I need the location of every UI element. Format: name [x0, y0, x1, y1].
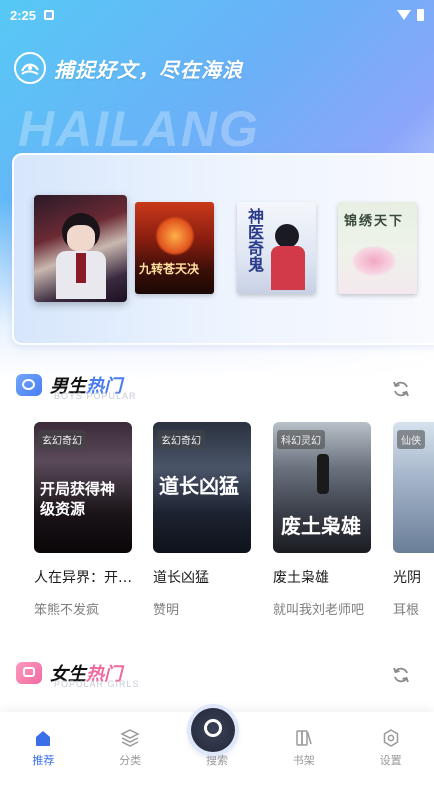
- book-title: 人在异界：开…: [34, 570, 132, 586]
- cover-title: 九转苍天决: [139, 262, 200, 276]
- book-author: 赞明: [153, 603, 180, 618]
- male-section-icon: [16, 374, 42, 396]
- brand-watermark: HAILANG: [18, 101, 260, 157]
- slogan-text: 捕捉好文，尽在海浪: [54, 57, 243, 82]
- refresh-icon[interactable]: [391, 379, 411, 399]
- book-card[interactable]: 玄幻奇幻 道长凶猛 道长凶猛 赞明: [153, 422, 253, 618]
- book-card[interactable]: 科幻灵幻 废土枭雄 废土枭雄 就叫我刘老师吧: [273, 422, 373, 618]
- nav-label: 书架: [292, 754, 315, 767]
- nav-label: 推荐: [32, 754, 55, 767]
- battery-icon: [417, 9, 424, 21]
- nav-settings[interactable]: 设置: [361, 728, 421, 768]
- book-genre-tag: 仙侠: [397, 430, 425, 449]
- book-card[interactable]: 玄幻奇幻 开局获得神级资源 人在异界：开… 笨熊不发疯: [34, 422, 134, 618]
- status-time: 2:25: [10, 7, 37, 23]
- book-cover[interactable]: 玄幻奇幻 道长凶猛: [153, 422, 251, 553]
- settings-icon: [381, 728, 401, 748]
- book-cover[interactable]: 科幻灵幻 废土枭雄: [273, 422, 371, 553]
- carousel-cover-jinxiu[interactable]: 锦绣天下: [338, 202, 417, 294]
- book-title: 光阴: [393, 570, 421, 586]
- book-genre-tag: 科幻灵幻: [277, 430, 325, 449]
- cover-title: 道长凶猛: [159, 474, 239, 498]
- wifi-icon: [397, 10, 411, 20]
- cover-title: 锦绣天下: [344, 214, 405, 229]
- search-icon: [204, 719, 222, 737]
- nav-label: 分类: [119, 754, 142, 767]
- book-title: 道长凶猛: [153, 570, 209, 586]
- refresh-icon[interactable]: [391, 665, 411, 685]
- home-icon: [33, 728, 53, 748]
- book-genre-tag: 玄幻奇幻: [157, 430, 205, 449]
- carousel-cover-shenyi[interactable]: 神医奇鬼: [237, 202, 316, 294]
- nav-category[interactable]: 分类: [100, 728, 160, 768]
- nav-label: 设置: [379, 754, 402, 767]
- book-cover[interactable]: 玄幻奇幻 开局获得神级资源: [34, 422, 132, 553]
- female-section-subtitle: POPULAR GIRLS: [54, 679, 140, 689]
- carousel-cover-anime[interactable]: [34, 195, 127, 302]
- notification-icon: [44, 10, 55, 20]
- cover-title: 神医奇鬼: [245, 208, 264, 272]
- nav-recommend[interactable]: 推荐: [13, 728, 73, 768]
- cover-title: 开局获得神级资源: [40, 480, 116, 518]
- book-title: 废土枭雄: [273, 570, 329, 586]
- book-author: 就叫我刘老师吧: [273, 603, 365, 618]
- bottom-safe-area: [0, 776, 434, 805]
- cover-title: 废土枭雄: [281, 514, 361, 538]
- book-cover[interactable]: 仙侠: [393, 422, 434, 553]
- book-author: 笨熊不发疯: [34, 603, 100, 618]
- book-genre-tag: 玄幻奇幻: [38, 430, 86, 449]
- book-card[interactable]: 仙侠 光阴 耳根: [393, 422, 434, 618]
- book-author: 耳根: [393, 603, 420, 618]
- male-section-subtitle: BOYS POPULAR: [54, 391, 137, 401]
- nav-label: 搜索: [205, 754, 228, 767]
- nav-bookshelf[interactable]: 书架: [274, 728, 334, 768]
- hero-slogan: 捕捉好文，尽在海浪: [14, 52, 243, 84]
- layers-icon: [120, 728, 140, 748]
- bookshelf-icon: [294, 728, 314, 748]
- carousel-cover-jiuzhuan[interactable]: 九转苍天决: [135, 202, 214, 294]
- search-button[interactable]: [191, 708, 235, 752]
- logo-icon: [14, 52, 46, 84]
- female-section-icon: [16, 662, 42, 684]
- status-bar: 2:25: [0, 0, 434, 30]
